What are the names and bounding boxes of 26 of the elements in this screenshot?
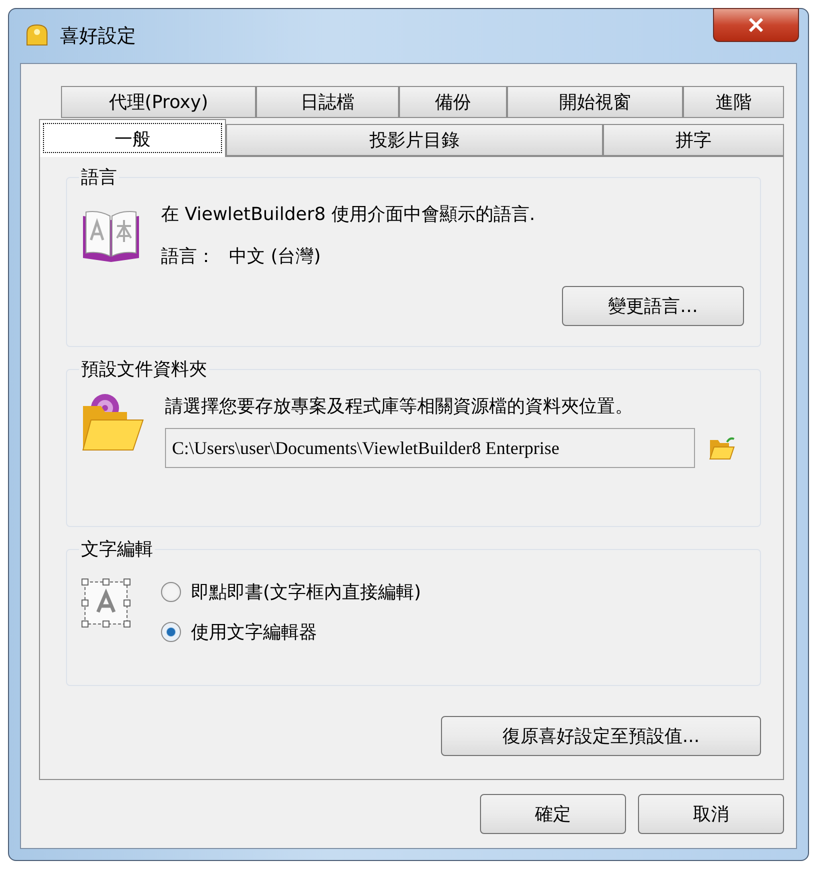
folder-path-field[interactable]: C:\Users\user\Documents\ViewletBuilder8 Enterprise <box>165 428 695 468</box>
dialog-button[interactable]: 取消 <box>638 794 784 834</box>
tab[interactable]: 開始視窗 <box>507 86 683 118</box>
change-language-button[interactable]: 變更語言… <box>562 286 744 326</box>
tab[interactable]: 拼字 <box>603 124 784 156</box>
browse-folder-icon[interactable] <box>709 436 735 460</box>
language-value: 中文 (台灣) <box>229 245 321 269</box>
tab[interactable]: 一般 <box>39 119 226 157</box>
radio-option[interactable]: 即點即書(文字框內直接編輯) <box>161 580 744 604</box>
restore-defaults-button[interactable]: 復原喜好設定至預設值... <box>441 716 761 756</box>
tab[interactable]: 日誌檔 <box>256 86 400 118</box>
close-icon <box>748 18 764 32</box>
tab[interactable]: 代理(Proxy) <box>61 86 256 118</box>
window-title: 喜好設定 <box>60 24 136 49</box>
tab[interactable]: 進階 <box>682 86 784 118</box>
language-description: 在 ViewletBuilder8 使用介面中會顯示的語言. <box>161 203 536 227</box>
dictionary-book-icon <box>81 208 141 264</box>
tab[interactable]: 投影片目錄 <box>226 124 604 156</box>
close-button[interactable] <box>713 8 799 42</box>
language-label: 語言： <box>161 245 215 269</box>
group-title: 預設文件資料夾 <box>79 357 209 381</box>
radio-option[interactable]: 使用文字編輯器 <box>161 620 744 644</box>
folder-description: 請選擇您要存放專案及程式庫等相關資源檔的資料夾位置。 <box>165 395 634 419</box>
text-box-icon <box>81 578 131 628</box>
dialog-button[interactable]: 確定 <box>480 794 626 834</box>
tab[interactable]: 備份 <box>399 86 508 118</box>
